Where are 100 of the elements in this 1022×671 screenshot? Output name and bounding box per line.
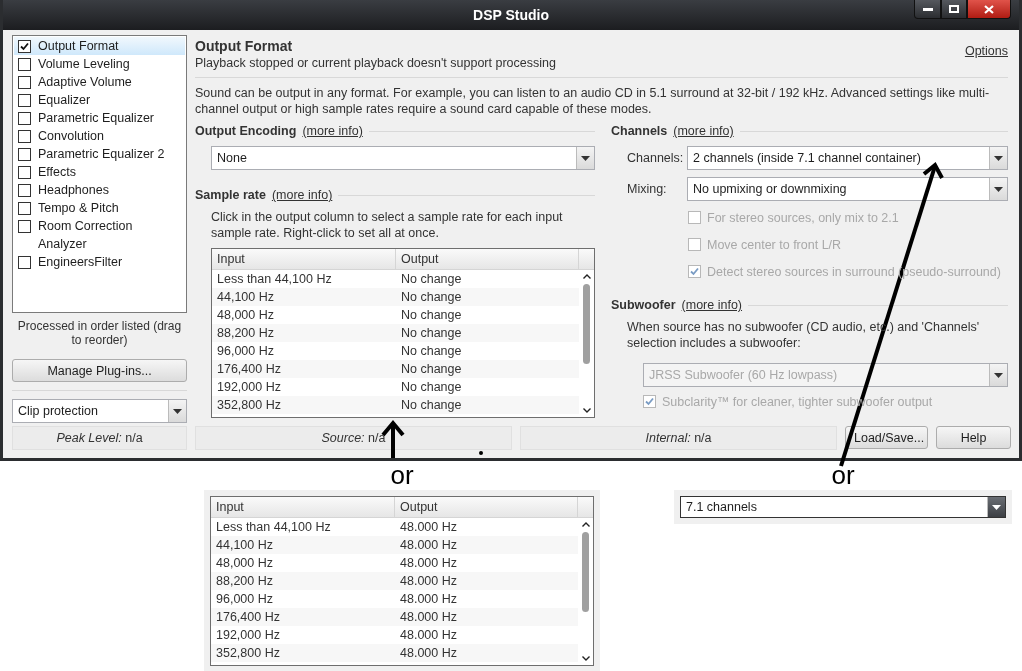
table-cell-text: 44,100 Hz bbox=[215, 537, 274, 554]
checkbox[interactable] bbox=[18, 201, 31, 215]
table-cell-text: 88,200 Hz bbox=[216, 325, 275, 342]
check-icon bbox=[690, 267, 699, 276]
plugin-item[interactable]: Headphones bbox=[14, 181, 185, 199]
plugin-item[interactable]: Room Correction bbox=[14, 217, 185, 235]
section-title: Channels bbox=[611, 124, 668, 138]
table-cell-text: No change bbox=[400, 361, 463, 378]
section-title: Subwoofer bbox=[611, 298, 676, 312]
dropdown[interactable]: None bbox=[211, 146, 595, 170]
manage-plugins-button[interactable]: Manage Plug-ins... bbox=[12, 359, 187, 382]
dialog-button[interactable]: Help bbox=[936, 426, 1011, 449]
checkbox[interactable] bbox=[18, 147, 31, 161]
checkbox[interactable] bbox=[18, 57, 31, 71]
table-cell-text: 192,000 Hz bbox=[215, 627, 281, 644]
plugin-item[interactable]: Parametric Equalizer 2 bbox=[14, 145, 185, 163]
caret-icon bbox=[581, 155, 590, 161]
plugin-item[interactable]: Tempo & Pitch bbox=[14, 199, 185, 217]
more-info-link[interactable]: (more info) bbox=[302, 124, 363, 138]
checkbox[interactable] bbox=[18, 183, 31, 197]
plugin-item[interactable]: Equalizer bbox=[14, 91, 185, 109]
plugin-item[interactable]: Effects bbox=[14, 163, 185, 181]
table-cell-text: 44,100 Hz bbox=[216, 289, 275, 306]
status-text: Internal: n/a bbox=[645, 431, 712, 445]
status-text: Peak Level: n/a bbox=[56, 431, 143, 445]
scroll-up-icon[interactable] bbox=[581, 522, 590, 527]
plugin-item[interactable]: Convolution bbox=[14, 127, 185, 145]
column-header[interactable]: Input bbox=[212, 249, 396, 269]
plugin-item[interactable]: Adaptive Volume bbox=[14, 73, 185, 91]
table-cell-text: 176,400 Hz bbox=[215, 609, 281, 626]
annotation-text: or bbox=[390, 461, 414, 490]
check-icon bbox=[645, 397, 654, 406]
table-cell-text: 176,400 Hz bbox=[216, 361, 282, 378]
scrollbar-thumb[interactable] bbox=[582, 531, 589, 612]
table-cell-text: 48.000 Hz bbox=[399, 573, 458, 590]
dropdown[interactable]: 2 channels (inside 7.1 channel container) bbox=[687, 146, 1008, 170]
checkbox[interactable] bbox=[18, 255, 31, 269]
checkbox[interactable] bbox=[18, 75, 31, 89]
table-cell-text: No change bbox=[400, 271, 463, 288]
table-cell-text: 48,000 Hz bbox=[216, 307, 275, 324]
table-cell-text: 48.000 Hz bbox=[399, 627, 458, 644]
more-info-link[interactable]: (more info) bbox=[271, 188, 333, 202]
checkbox[interactable] bbox=[18, 129, 31, 143]
dialog-button[interactable]: Load/Save... bbox=[845, 426, 928, 449]
scroll-down-icon[interactable] bbox=[582, 408, 591, 413]
status-text: Source: n/a bbox=[321, 431, 386, 445]
table-cell-text: 48.000 Hz bbox=[399, 555, 458, 572]
field-label: Channels: bbox=[626, 151, 685, 165]
table-cell-text: 48.000 Hz bbox=[399, 645, 458, 662]
more-info-link[interactable]: (more info) bbox=[681, 298, 743, 312]
section-title: Output Encoding bbox=[195, 124, 297, 138]
check-icon bbox=[20, 41, 29, 51]
caret-icon bbox=[173, 408, 182, 414]
dropdown[interactable]: No upmixing or downmixing bbox=[687, 177, 1008, 201]
close-icon bbox=[984, 4, 994, 14]
table-cell-text: 48,000 Hz bbox=[215, 555, 274, 572]
checkbox[interactable] bbox=[18, 93, 31, 107]
table-cell-text: Less than 44,100 Hz bbox=[216, 271, 333, 288]
table-cell-text: 96,000 Hz bbox=[215, 591, 274, 608]
caret-icon bbox=[994, 186, 1003, 192]
table-cell-text: 48.000 Hz bbox=[399, 537, 458, 554]
field-label: Mixing: bbox=[626, 182, 668, 196]
more-info-link[interactable]: (more info) bbox=[673, 124, 734, 138]
table-cell-text: No change bbox=[400, 307, 463, 324]
dropdown[interactable]: 7.1 channels bbox=[680, 496, 1006, 518]
plugin-item[interactable]: Volume Leveling bbox=[14, 55, 185, 73]
window-title: DSP Studio bbox=[473, 7, 549, 23]
table-cell-text: Less than 44,100 Hz bbox=[215, 519, 332, 536]
dropdown[interactable]: Clip protection bbox=[12, 399, 187, 423]
table-cell-text: 352,800 Hz bbox=[216, 397, 282, 414]
maximize-icon bbox=[949, 5, 959, 13]
scrollbar-thumb[interactable] bbox=[583, 283, 590, 364]
table-cell-text: 48.000 Hz bbox=[399, 591, 458, 608]
close-button[interactable] bbox=[967, 0, 1011, 19]
table-cell-text: No change bbox=[400, 289, 463, 306]
checkbox[interactable] bbox=[18, 219, 31, 233]
table-cell-text: 48.000 Hz bbox=[399, 609, 458, 626]
scroll-up-icon[interactable] bbox=[582, 274, 591, 279]
table-cell-text: 96,000 Hz bbox=[216, 343, 275, 360]
column-header[interactable]: Output bbox=[395, 497, 578, 517]
plugin-item[interactable]: Parametric Equalizer bbox=[14, 109, 185, 127]
scroll-down-icon[interactable] bbox=[581, 656, 590, 661]
checkbox[interactable] bbox=[18, 165, 31, 179]
caret-icon bbox=[994, 155, 1003, 161]
checkbox[interactable] bbox=[18, 111, 31, 125]
table-cell-text: No change bbox=[400, 343, 463, 360]
plugin-item[interactable]: Output Format bbox=[14, 37, 185, 55]
checkbox[interactable] bbox=[18, 39, 31, 53]
sample-rate-description: Click in the output column to select a sample rate for each input sample rate. Right-click to set all at once. bbox=[211, 209, 564, 241]
playback-status: Playback stopped or current playback doesn't support processing bbox=[195, 56, 556, 70]
page-title: Output Format bbox=[195, 38, 294, 54]
section-title: Sample rate bbox=[195, 188, 266, 202]
maximize-button[interactable] bbox=[941, 0, 967, 19]
options-link[interactable]: Options bbox=[964, 44, 1008, 58]
plugin-item[interactable]: EngineersFilter bbox=[14, 253, 185, 271]
column-header[interactable]: Output bbox=[396, 249, 579, 269]
column-header[interactable]: Input bbox=[211, 497, 395, 517]
table-cell-text: 48.000 Hz bbox=[399, 519, 458, 536]
plugin-item[interactable]: Analyzer bbox=[14, 235, 185, 253]
minimize-button[interactable] bbox=[914, 0, 941, 19]
